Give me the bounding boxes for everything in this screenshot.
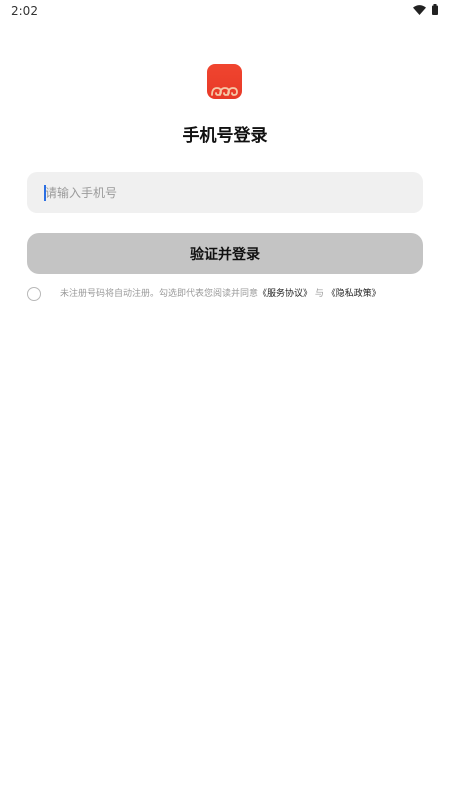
privacy-policy-link[interactable]: 《隐私政策》 xyxy=(327,289,381,299)
wifi-icon xyxy=(413,4,426,15)
service-agreement-link[interactable]: 《服务协议》 xyxy=(258,289,312,299)
phone-input[interactable] xyxy=(45,172,405,213)
status-icons xyxy=(413,4,438,15)
agreement-text: 未注册号码将自动注册。勾选即代表您阅读并同意《服务协议》 与 《隐私政策》 xyxy=(60,288,381,300)
status-time: 2:02 xyxy=(11,4,38,18)
phone-input-container[interactable] xyxy=(27,172,423,213)
verify-login-button[interactable]: 验证并登录 xyxy=(27,233,423,274)
page-title: 手机号登录 xyxy=(182,126,268,146)
status-bar: 2:02 xyxy=(0,0,450,22)
agreement-row: 未注册号码将自动注册。勾选即代表您阅读并同意《服务协议》 与 《隐私政策》 xyxy=(27,285,423,303)
agreement-joiner: 与 xyxy=(314,289,324,299)
battery-icon xyxy=(432,4,438,15)
text-caret xyxy=(44,185,46,201)
agreement-checkbox[interactable] xyxy=(27,287,41,301)
agreement-prefix: 未注册号码将自动注册。勾选即代表您阅读并同意 xyxy=(60,289,259,299)
auspicious-cloud-logo-icon xyxy=(207,64,242,99)
